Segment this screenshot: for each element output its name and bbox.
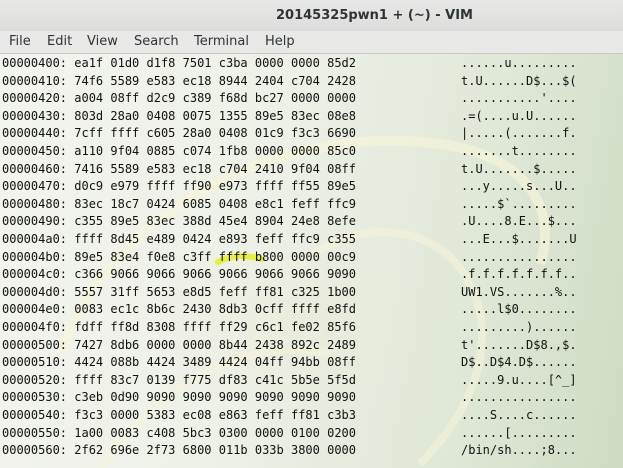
hex-bytes: 00000410: 74f6 5589 e583 ec18 8944 2404 …: [2, 73, 357, 88]
hex-line[interactable]: 00000530: c3eb 0d90 9090 9090 9090 9090 …: [2, 390, 577, 405]
hex-bytes: 00000540: f3c3 0000 5383 ec08 e863 feff …: [2, 408, 357, 422]
menu-bar: File Edit View Search Terminal Help: [0, 31, 623, 54]
hex-bytes: 000004d0: 5557 31ff 5653 e8d5 feff ff81 …: [2, 284, 357, 299]
hex-bytes: 00000560: 2f62 696e 2f73 6800 011b 033b …: [2, 443, 357, 458]
hex-bytes: 00000400: ea1f 01d0 d1f8 7501 c3ba 0000 …: [2, 56, 357, 70]
hex-line[interactable]: 000004e0: 0083 ec1c 8b6c 2430 8db3 0cff …: [2, 302, 577, 317]
window-title: 20145325pwn1 + (~) - VIM: [276, 8, 473, 23]
ascii-column: .....9.u....[^_]: [461, 372, 577, 387]
hex-bytes: 00000420: a004 08ff d2c9 c389 f68d bc27 …: [2, 91, 357, 106]
hex-bytes: 000004f0: fdff ff8d 8308 ffff ff29 c6c1 …: [2, 320, 357, 334]
hex-line[interactable]: 00000540: f3c3 0000 5383 ec08 e863 feff …: [2, 408, 577, 423]
hex-bytes: 00000450: a110 9f04 0885 c074 1fb8 0000 …: [2, 144, 357, 158]
hex-line[interactable]: 00000460: 7416 5589 e583 ec18 c704 2410 …: [2, 161, 577, 177]
menu-edit[interactable]: Edit: [47, 34, 72, 49]
hex-bytes: 00000470: d0c9 e979 ffff ff90 e973 ffff …: [2, 179, 357, 194]
hex-line[interactable]: 000004c0: c366 9066 9066 9066 9066 9066 …: [2, 267, 577, 282]
ascii-column: ...........'....: [461, 91, 577, 106]
ascii-column: t.U......D$...$(: [461, 73, 577, 88]
hex-line[interactable]: 00000470: d0c9 e979 ffff ff90 e973 ffff …: [2, 179, 577, 194]
hex-bytes: 00000490: c355 89e5 83ec 388d 45e4 8904 …: [2, 214, 357, 229]
ascii-column: .f.f.f.f.f.f.f..: [461, 267, 577, 282]
ascii-column: ......[.........: [461, 425, 577, 440]
hex-bytes: 000004e0: 0083 ec1c 8b6c 2430 8db3 0cff …: [2, 302, 357, 317]
hex-bytes: 00000430: 803d 28a0 0408 0075 1355 89e5 …: [2, 108, 357, 123]
hex-bytes: 00000550: 1a00 0083 c408 5bc3 0300 0000 …: [2, 425, 357, 440]
terminal-area[interactable]: 00000400: ea1f 01d0 d1f8 7501 c3ba 0000 …: [0, 54, 623, 468]
hex-line[interactable]: 00000550: 1a00 0083 c408 5bc3 0300 0000 …: [2, 425, 577, 441]
menu-terminal[interactable]: Terminal: [194, 34, 249, 49]
hex-bytes: 00000520: ffff 83c7 0139 f775 df83 c41c …: [2, 372, 357, 387]
ascii-column: ................: [461, 390, 577, 405]
ascii-column: /bin/sh....;8...: [461, 443, 577, 458]
menu-search[interactable]: Search: [134, 34, 179, 49]
ascii-column: |.....(.......f.: [461, 126, 577, 141]
hex-line[interactable]: 000004b0: 89e5 83e4 f0e8 c3ff ffff b800 …: [2, 249, 577, 265]
ascii-column: ...y.....s...U..: [461, 179, 577, 194]
hex-bytes: 000004b0: 89e5 83e4 f0e8 c3ff ffff b800 …: [2, 249, 357, 264]
hex-line[interactable]: 00000480: 83ec 18c7 0424 6085 0408 e8c1 …: [2, 196, 577, 212]
hex-line[interactable]: 00000410: 74f6 5589 e583 ec18 8944 2404 …: [2, 73, 577, 89]
hex-bytes: 000004a0: ffff 8d45 e489 0424 e893 feff …: [2, 232, 357, 246]
ascii-column: .=(....u.U......: [461, 108, 577, 123]
ascii-column: ....S....c......: [461, 408, 577, 422]
ascii-column: D$..D$4.D$......: [461, 355, 577, 370]
hex-line[interactable]: 00000430: 803d 28a0 0408 0075 1355 89e5 …: [2, 108, 577, 124]
hex-line[interactable]: 00000450: a110 9f04 0885 c074 1fb8 0000 …: [2, 144, 577, 159]
hex-bytes: 00000500: 7427 8db6 0000 0000 8b44 2438 …: [2, 337, 357, 352]
hex-bytes: 00000440: 7cff ffff c605 28a0 0408 01c9 …: [2, 126, 357, 141]
hex-bytes: 00000460: 7416 5589 e583 ec18 c704 2410 …: [2, 161, 357, 176]
ascii-column: UW1.VS.......%..: [461, 284, 577, 299]
ascii-column: t'.......D$8.,$.: [461, 337, 577, 352]
hex-line[interactable]: 00000420: a004 08ff d2c9 c389 f68d bc27 …: [2, 91, 577, 106]
hex-line[interactable]: 000004d0: 5557 31ff 5653 e8d5 feff ff81 …: [2, 284, 577, 300]
hex-line[interactable]: 00000510: 4424 088b 4424 3489 4424 04ff …: [2, 355, 577, 370]
hex-line[interactable]: 00000400: ea1f 01d0 d1f8 7501 c3ba 0000 …: [2, 56, 577, 71]
ascii-column: ...E...$.......U: [461, 232, 577, 246]
ascii-column: ......u.........: [461, 56, 577, 70]
hex-bytes: 00000530: c3eb 0d90 9090 9090 9090 9090 …: [2, 390, 357, 405]
hex-line[interactable]: 00000490: c355 89e5 83ec 388d 45e4 8904 …: [2, 214, 577, 229]
hex-line[interactable]: 00000440: 7cff ffff c605 28a0 0408 01c9 …: [2, 126, 577, 141]
ascii-column: .....l$0........: [461, 302, 577, 317]
ascii-column: .U....8.E...$...: [461, 214, 577, 229]
hex-line[interactable]: 00000560: 2f62 696e 2f73 6800 011b 033b …: [2, 443, 577, 458]
hex-line[interactable]: 00000500: 7427 8db6 0000 0000 8b44 2438 …: [2, 337, 577, 353]
hex-bytes: 00000510: 4424 088b 4424 3489 4424 04ff …: [2, 355, 357, 370]
ascii-column: ................: [461, 249, 577, 264]
hex-bytes: 000004c0: c366 9066 9066 9066 9066 9066 …: [2, 267, 357, 282]
ascii-column: .......t........: [461, 144, 577, 158]
ascii-column: .....$`.........: [461, 196, 577, 211]
menu-view[interactable]: View: [87, 34, 118, 49]
ascii-column: t.U.......$.....: [461, 161, 577, 176]
hex-line[interactable]: 000004f0: fdff ff8d 8308 ffff ff29 c6c1 …: [2, 320, 577, 335]
menu-file[interactable]: File: [9, 34, 31, 49]
ascii-column: .........)......: [461, 320, 577, 334]
hex-bytes: 00000480: 83ec 18c7 0424 6085 0408 e8c1 …: [2, 196, 357, 211]
window-titlebar[interactable]: 20145325pwn1 + (~) - VIM: [0, 0, 623, 31]
hex-line[interactable]: 000004a0: ffff 8d45 e489 0424 e893 feff …: [2, 232, 577, 247]
hex-line[interactable]: 00000520: ffff 83c7 0139 f775 df83 c41c …: [2, 372, 577, 388]
menu-help[interactable]: Help: [265, 34, 295, 49]
